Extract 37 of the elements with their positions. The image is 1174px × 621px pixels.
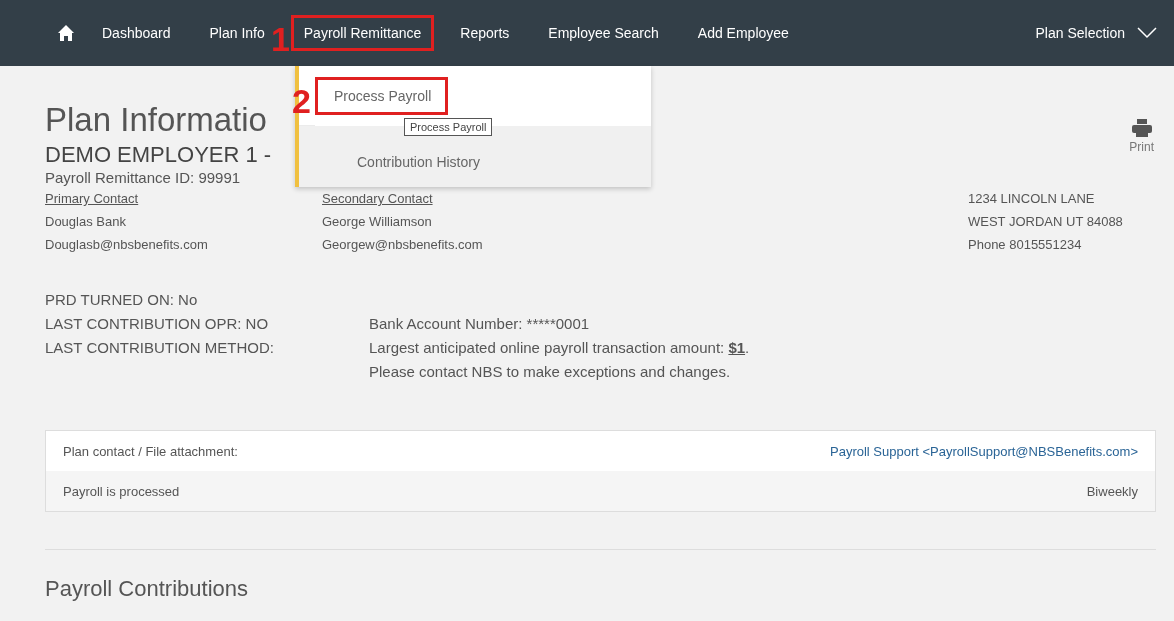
detail-label: Plan contact / File attachment: — [63, 443, 238, 459]
remittance-id: Payroll Remittance ID: 99991 — [45, 168, 242, 187]
home-icon[interactable] — [57, 24, 75, 42]
chevron-down-icon — [1137, 27, 1157, 39]
status-line: PRD TURNED ON: No — [45, 290, 199, 310]
step-number: 1 — [271, 22, 290, 56]
tooltip: Process Payroll — [404, 118, 493, 136]
contact-note: Please contact NBS to make exceptions and changes. — [369, 362, 732, 382]
nav-link[interactable]: Reports — [447, 15, 523, 51]
status-line: LAST CONTRIBUTION METHOD: — [45, 338, 275, 358]
plan-selection-dropdown[interactable]: Plan Selection — [1035, 25, 1157, 41]
contact-name: George Williamson — [322, 213, 433, 231]
contact-email: Georgew@nbsbenefits.com — [322, 236, 484, 254]
nav-link[interactable]: Add Employee — [684, 15, 802, 51]
nav-link[interactable]: Dashboard — [89, 15, 184, 51]
nav-link[interactable]: Employee Search — [535, 15, 672, 51]
contact-email: Douglasb@nbsbenefits.com — [45, 236, 209, 254]
section-title: Payroll Contributions — [45, 576, 249, 602]
detail-label: Payroll is processed — [63, 483, 180, 499]
contact-heading-link[interactable]: Secondary Contact — [322, 187, 433, 210]
contact-heading-link[interactable]: Primary Contact — [45, 187, 139, 210]
transaction-limit-text: Largest anticipated online payroll transaction amount: $1. — [369, 338, 750, 358]
menu-item[interactable]: Contribution History — [338, 143, 497, 181]
address-line: WEST JORDAN UT 84088 — [968, 213, 1124, 231]
page-title: Plan Informatio — [45, 100, 268, 140]
highlight-frame: Process Payroll — [315, 77, 449, 115]
printer-icon — [1131, 119, 1152, 140]
address-line: 1234 LINCOLN LANE — [968, 190, 1096, 208]
support-email-link[interactable]: Payroll Support <PayrollSupport@NBSBenefits.com> — [830, 443, 1138, 459]
address-line: Phone 8015551234 — [968, 236, 1083, 254]
detail-value: Biweekly — [1086, 483, 1138, 499]
contact-name: Douglas Bank — [45, 213, 127, 231]
print-button[interactable]: Print — [1129, 99, 1154, 187]
status-line: LAST CONTRIBUTION OPR: NO — [45, 314, 270, 334]
nav-link[interactable]: Payroll Remittance — [290, 15, 435, 51]
employer-name: DEMO EMPLOYER 1 - — [45, 141, 272, 168]
bank-account-text: Bank Account Number: *****0001 — [369, 314, 591, 334]
